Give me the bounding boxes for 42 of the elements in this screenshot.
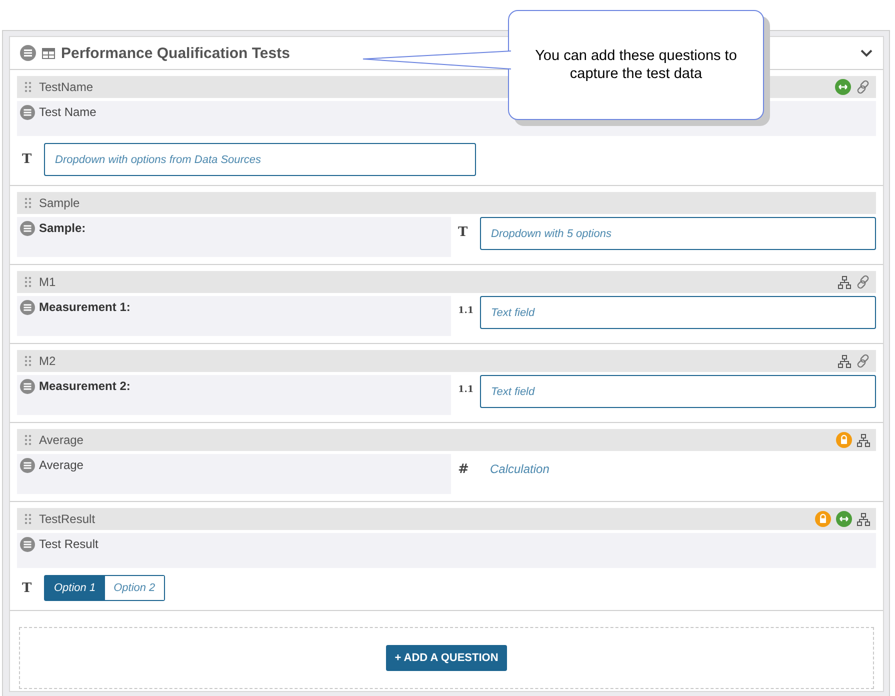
question-name: Average [39,433,84,447]
question-label: Measurement 1: [39,300,130,314]
question-name: TestResult [39,512,96,526]
answer-type-mark: T [22,152,33,167]
question-label: Average [39,458,84,472]
question-name: M1 [39,275,57,289]
drag-handle-icon[interactable] [25,435,31,445]
answer-type-mark: T [458,225,469,240]
menu-circle-icon[interactable] [20,379,35,394]
question-label: Test Name [39,105,96,119]
answer-type-mark: 1.1 [458,385,471,395]
drag-handle-icon[interactable] [25,82,31,92]
option-button[interactable]: Option 1 [45,576,105,600]
question-label: Measurement 2: [39,379,130,393]
question-label: Test Result [39,537,98,551]
menu-circle-icon[interactable] [20,221,35,236]
drag-handle-icon[interactable] [25,277,31,287]
question-name: Sample [39,196,81,210]
drag-handle-icon[interactable] [25,356,31,366]
dropdown-field[interactable]: Dropdown with options from Data Sources [44,143,476,176]
question-label: Sample: [39,221,86,235]
question-name: TestName [39,80,94,94]
calculation-text: Calculation [489,461,550,478]
menu-circle-icon[interactable] [20,458,35,473]
text-field[interactable]: Text field [480,375,876,408]
question-name: M2 [39,354,57,368]
drag-handle-icon[interactable] [25,198,31,208]
section-title: Performance Qualification Tests [61,44,290,62]
table-icon [42,48,55,58]
answer-type-mark: # [458,462,470,477]
dropdown-field[interactable]: Dropdown with 5 options [480,217,876,250]
menu-circle-icon[interactable] [20,45,36,61]
answer-type-mark: 1.1 [458,306,471,316]
text-field[interactable]: Text field [480,296,876,329]
menu-circle-icon[interactable] [20,300,35,315]
add-question-button[interactable]: + ADD A QUESTION [386,645,508,671]
drag-handle-icon[interactable] [25,514,31,524]
chevron-icon[interactable] [860,48,873,58]
menu-circle-icon[interactable] [20,537,35,552]
menu-circle-icon[interactable] [20,105,35,120]
callout-text: You can add these questions to capture the test data [534,47,738,84]
answer-type-mark: T [22,580,33,596]
